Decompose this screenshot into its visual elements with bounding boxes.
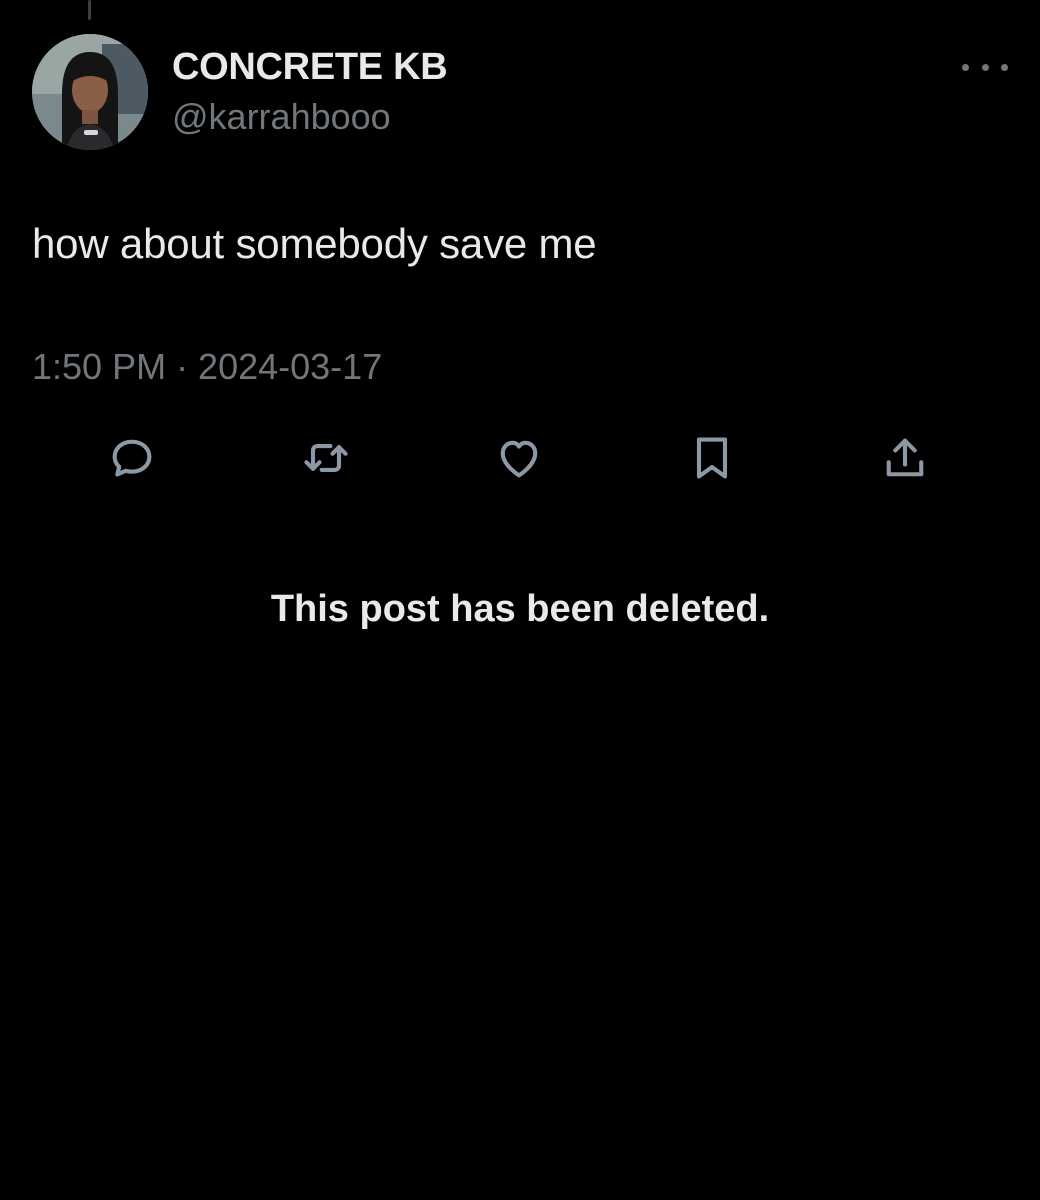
post-detail-view: CONCRETE KB @karrahbooo how about somebo… <box>0 0 1040 1200</box>
repost-icon <box>304 444 348 472</box>
reply-button[interactable] <box>102 428 162 488</box>
avatar[interactable] <box>32 34 148 150</box>
bookmark-button[interactable] <box>682 428 742 488</box>
more-dot-icon <box>1001 63 1008 71</box>
user-handle[interactable]: @karrahbooo <box>172 96 391 138</box>
post-text: how about somebody save me <box>32 220 597 267</box>
post-action-bar <box>0 428 1040 488</box>
thread-connector-line <box>88 0 91 20</box>
more-dot-icon <box>962 63 969 71</box>
like-icon <box>500 440 538 478</box>
share-button[interactable] <box>875 428 935 488</box>
like-button[interactable] <box>489 428 549 488</box>
avatar-photo <box>32 34 148 150</box>
display-name[interactable]: CONCRETE KB <box>172 46 448 89</box>
more-options-button[interactable] <box>962 52 1008 82</box>
share-icon <box>886 438 924 477</box>
bookmark-icon <box>696 437 728 479</box>
reply-icon <box>112 439 152 477</box>
deleted-post-notice: This post has been deleted. <box>270 588 770 630</box>
more-dot-icon <box>981 63 989 71</box>
post-timestamp[interactable]: 1:50 PM · 2024-03-17 <box>32 346 382 388</box>
repost-button[interactable] <box>296 428 356 488</box>
